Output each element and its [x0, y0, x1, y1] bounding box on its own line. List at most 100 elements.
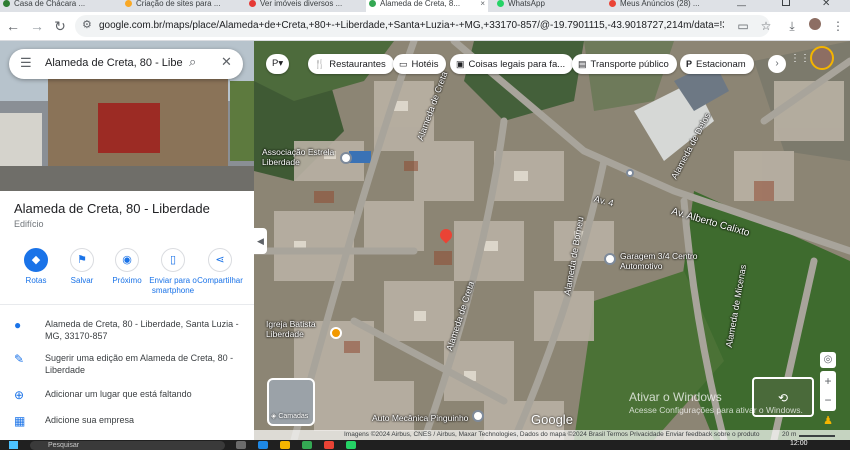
nearby-button[interactable]: ◉ Próximo: [102, 248, 152, 286]
file-explorer-icon[interactable]: [280, 441, 290, 449]
action-label: Rotas: [25, 276, 47, 285]
chip-restaurants[interactable]: 🍴 Restaurantes: [308, 54, 394, 74]
window-close-icon[interactable]: ✕: [822, 0, 830, 9]
reload-button[interactable]: ↻: [51, 17, 69, 35]
save-button[interactable]: ⚑ Salvar: [57, 248, 107, 286]
browser-tab[interactable]: WhatsApp: [494, 0, 594, 12]
tab-label: Ver imóveis diversos ...: [260, 0, 343, 8]
search-box[interactable]: ☰ Alameda de Creta, 80 - Liberdade ⌕ ✕: [9, 49, 243, 79]
browser-tab[interactable]: Casa de Chácara ...: [0, 0, 85, 12]
add-missing-place-text: Adicionar um lugar que está faltando: [45, 389, 192, 399]
map-scale[interactable]: 20 m: [782, 431, 796, 438]
account-avatar[interactable]: [810, 46, 834, 70]
place-type: Edifício: [14, 219, 44, 229]
poi-marker-icon[interactable]: [604, 253, 616, 265]
action-label: Próximo: [112, 276, 142, 285]
whatsapp-icon[interactable]: [346, 441, 356, 449]
download-icon[interactable]: ⤓: [783, 17, 801, 35]
chips-next-icon[interactable]: ›: [768, 55, 786, 73]
photo-neighbor-wall: [0, 113, 42, 173]
camera-icon: ▣: [456, 59, 465, 69]
phone-icon: ▯: [161, 248, 185, 272]
chip-public-transport[interactable]: ▤ Transporte público: [572, 54, 677, 74]
search-icon[interactable]: ⌕: [189, 54, 196, 70]
add-place-icon: ⊕: [14, 388, 25, 402]
browser-menu-icon[interactable]: ⋮: [829, 17, 847, 35]
close-icon[interactable]: ✕: [221, 54, 232, 70]
chip-label: Estacionam: [696, 59, 746, 70]
divider: [0, 304, 254, 305]
chip-things-to-do[interactable]: ▣ Coisas legais para fa...: [450, 54, 574, 74]
browser-tab[interactable]: Ver imóveis diversos ...: [246, 0, 358, 12]
screen-cast-icon[interactable]: ▭: [734, 17, 752, 35]
photo-street: [0, 166, 254, 191]
hotel-icon: ▭: [399, 59, 408, 69]
edge-icon[interactable]: [258, 441, 268, 449]
map-type-icon: P▾: [272, 58, 284, 69]
tab-favicon-icon: [609, 0, 616, 7]
directions-button[interactable]: ◆ Rotas: [11, 248, 61, 286]
map-label-church[interactable]: Igreja Batista Liberdade: [266, 319, 338, 339]
my-location-button[interactable]: ◎: [820, 352, 836, 368]
collapse-panel-button[interactable]: ◀: [254, 228, 267, 254]
windows-activation-title: Ativar o Windows: [629, 390, 722, 404]
search-input[interactable]: Alameda de Creta, 80 - Liberdade: [45, 57, 183, 69]
forward-button[interactable]: →: [28, 17, 46, 35]
map-label-association[interactable]: Associação Estrela Liberdade: [262, 147, 342, 167]
bookmark-icon: ⚑: [70, 248, 94, 272]
photo-garage-door: [98, 103, 160, 153]
site-info-icon[interactable]: ⚙: [82, 18, 92, 31]
profile-avatar[interactable]: [806, 17, 824, 35]
browser-tab[interactable]: Criação de sites para ...: [122, 0, 242, 12]
apps-grid-icon[interactable]: ⋮⋮: [790, 53, 810, 64]
taskbar-clock[interactable]: 12:00: [790, 440, 808, 447]
zoom-in-button[interactable]: +: [820, 371, 836, 391]
location-pin-icon: ●: [14, 318, 22, 332]
browser-tab[interactable]: Meus Anúncios (28) ...: [606, 0, 718, 12]
back-button[interactable]: ←: [4, 17, 22, 35]
poi-marker-icon[interactable]: [472, 410, 484, 422]
address-bar[interactable]: ⚙ google.com.br/maps/place/Alameda+de+Cr…: [75, 15, 770, 37]
suggest-edit-row[interactable]: ✎ Sugerir uma edição em Alameda de Creta…: [14, 352, 246, 380]
share-button[interactable]: ⋖ Compartilhar: [192, 248, 248, 286]
menu-icon[interactable]: ☰: [20, 55, 32, 71]
add-missing-place-row[interactable]: ⊕ Adicionar um lugar que está faltando: [14, 388, 246, 404]
window-maximize-icon[interactable]: [782, 0, 790, 6]
satellite-map[interactable]: P▾ 🍴 Restaurantes ▭ Hotéis ▣ Coisas legais …: [254, 41, 850, 440]
window-minimize-icon[interactable]: —: [737, 0, 746, 10]
map-footer: Imagens ©2024 Airbus, CNES / Airbus, Max…: [254, 430, 850, 440]
chip-parking[interactable]: P Estacionam: [680, 54, 754, 74]
place-panel: ☰ Alameda de Creta, 80 - Liberdade ⌕ ✕ A…: [0, 41, 254, 440]
map-attribution[interactable]: Imagens ©2024 Airbus, CNES / Airbus, Max…: [344, 431, 759, 438]
pegman-icon[interactable]: ♟: [822, 414, 834, 428]
add-business-row[interactable]: ▦ Adicione sua empresa: [14, 414, 246, 430]
layers-button[interactable]: ◈ Camadas: [267, 378, 315, 426]
address-bar-url[interactable]: google.com.br/maps/place/Alameda+de+Cret…: [99, 20, 724, 31]
directions-icon: ◆: [24, 248, 48, 272]
bookmark-star-icon[interactable]: ☆: [757, 17, 775, 35]
poi-marker-icon[interactable]: [626, 169, 634, 177]
task-view-icon[interactable]: [236, 441, 246, 449]
address-row[interactable]: ● Alameda de Creta, 80 - Liberdade, Sant…: [14, 318, 246, 346]
parking-icon: P: [686, 59, 693, 69]
zoom-out-button[interactable]: −: [820, 391, 836, 411]
chip-label: Transporte público: [590, 59, 669, 70]
chip-label: Restaurantes: [329, 59, 386, 70]
chrome-icon[interactable]: [302, 441, 312, 449]
taskbar-app-icon[interactable]: [324, 441, 334, 449]
tab-favicon-icon: [369, 0, 376, 7]
taskbar-search-input[interactable]: Pesquisar: [30, 441, 225, 450]
browser-tab-active[interactable]: Alameda de Creta, 8... ×: [366, 0, 488, 12]
layers-label: ◈ Camadas: [271, 412, 308, 420]
action-label: Compartilhar: [197, 276, 243, 285]
tab-close-icon[interactable]: ×: [480, 0, 485, 8]
tab-favicon-icon: [125, 0, 132, 7]
map-type-chip[interactable]: P▾: [266, 54, 290, 74]
map-label-auto-mechanic[interactable]: Auto Mecânica Pinguinho: [372, 413, 468, 423]
tab-favicon-icon: [3, 0, 10, 7]
add-business-text: Adicione sua empresa: [45, 415, 135, 425]
windows-start-icon[interactable]: [9, 441, 18, 449]
address-text: Alameda de Creta, 80 - Liberdade, Santa …: [45, 319, 239, 341]
tab-label: Alameda de Creta, 8...: [380, 0, 461, 8]
map-label-garage[interactable]: Garagem 3/4 Centro Automotivo: [620, 251, 700, 271]
